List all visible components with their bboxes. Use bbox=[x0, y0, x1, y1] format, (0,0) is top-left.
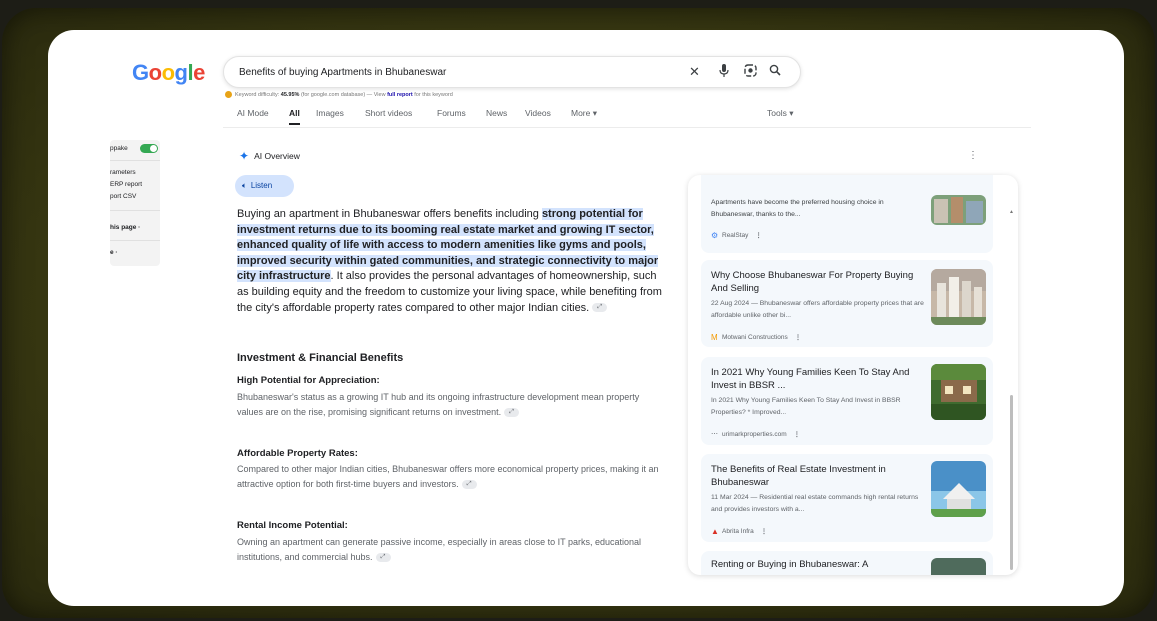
more-options-icon[interactable]: ⋮ bbox=[968, 150, 978, 161]
thumbnail-image bbox=[931, 558, 986, 575]
tab-images[interactable]: Images bbox=[316, 108, 344, 118]
source-card[interactable]: Why Choose Bhubaneswar For Property Buyi… bbox=[701, 260, 993, 347]
source-name: ⚙ RealStay ⋮ bbox=[711, 231, 762, 241]
source-card[interactable]: In 2021 Why Young Families Keen To Stay … bbox=[701, 357, 993, 445]
benefit-title: High Potential for Appreciation: bbox=[237, 375, 380, 386]
link-chip-icon[interactable]: ⤢ bbox=[461, 479, 477, 489]
thumbnail-image bbox=[931, 461, 986, 517]
search-input[interactable]: Benefits of buying Apartments in Bhubane… bbox=[239, 67, 446, 78]
ai-overview-text: Buying an apartment in Bhubaneswar offer… bbox=[237, 208, 662, 314]
tab-videos[interactable]: Videos bbox=[525, 108, 551, 118]
sources-panel: ✕ ▲ Apartments have become the preferred… bbox=[688, 175, 1018, 575]
tab-short-videos[interactable]: Short videos bbox=[365, 108, 412, 118]
tab-more[interactable]: More ▾ bbox=[571, 108, 597, 119]
keyword-difficulty-line: Keyword difficulty: 45.95% (for google.c… bbox=[225, 91, 453, 98]
benefit-title: Rental Income Potential: bbox=[237, 520, 348, 531]
ai-overview-heading: ✦ AI Overview bbox=[239, 149, 300, 163]
search-icon[interactable] bbox=[769, 64, 781, 80]
motwani-logo-icon: M bbox=[711, 333, 718, 343]
link-chip-icon[interactable]: ⤢ bbox=[375, 552, 391, 562]
extension-toggle[interactable] bbox=[140, 144, 158, 153]
source-snippet: 22 Aug 2024 — Bhubaneswar offers afforda… bbox=[711, 300, 924, 319]
benefit-title: Affordable Property Rates: bbox=[237, 448, 358, 459]
link-chip-icon[interactable]: ⤢ bbox=[504, 407, 520, 417]
source-title: The Benefits of Real Estate Investment i… bbox=[711, 464, 886, 488]
browser-page: Google Benefits of buying Apartments in … bbox=[48, 30, 1124, 606]
side-panel-line[interactable]: port CSV bbox=[110, 193, 136, 200]
tab-ai-mode[interactable]: AI Mode bbox=[237, 108, 269, 118]
side-panel-line[interactable]: ERP report bbox=[110, 181, 142, 188]
source-title: Renting or Buying in Bhubaneswar: A bbox=[711, 559, 869, 570]
tabs-divider bbox=[223, 127, 1031, 128]
urimark-logo-icon: ⋯ bbox=[711, 431, 718, 439]
scrollbar[interactable] bbox=[1010, 395, 1013, 570]
tab-all[interactable]: All bbox=[289, 108, 300, 125]
source-options-icon[interactable]: ⋮ bbox=[761, 528, 768, 535]
source-card[interactable]: Apartments have become the preferred hou… bbox=[701, 175, 993, 253]
benefit-text: Bhubaneswar's status as a growing IT hub… bbox=[237, 392, 640, 417]
source-options-icon[interactable]: ⋮ bbox=[795, 334, 802, 341]
source-name: ⋯ urimarkproperties.com ⋮ bbox=[711, 431, 801, 439]
tab-news[interactable]: News bbox=[486, 108, 507, 118]
thumbnail-image bbox=[931, 364, 986, 420]
source-name: M Motwani Constructions ⋮ bbox=[711, 333, 802, 343]
section-title: Investment & Financial Benefits bbox=[237, 352, 404, 364]
keyword-badge-icon bbox=[225, 91, 232, 98]
abrita-logo-icon: ▲ bbox=[711, 527, 719, 537]
source-title: In 2021 Why Young Families Keen To Stay … bbox=[711, 367, 910, 391]
lens-icon[interactable] bbox=[744, 64, 757, 81]
thumbnail-image bbox=[931, 195, 986, 225]
source-name: ▲ Abrita Infra ⋮ bbox=[711, 527, 768, 537]
ai-sparkle-icon: ✦ bbox=[239, 149, 250, 163]
source-title: Why Choose Bhubaneswar For Property Buyi… bbox=[711, 270, 914, 294]
source-options-icon[interactable]: ⋮ bbox=[755, 232, 762, 239]
google-logo[interactable]: Google bbox=[132, 60, 205, 86]
benefit-text: Compared to other major Indian cities, B… bbox=[237, 464, 659, 489]
source-card[interactable]: Renting or Buying in Bhubaneswar: A bbox=[701, 551, 993, 575]
side-panel-line[interactable]: e · bbox=[110, 249, 118, 256]
source-card[interactable]: The Benefits of Real Estate Investment i… bbox=[701, 454, 993, 542]
source-snippet: 11 Mar 2024 — Residential real estate co… bbox=[711, 494, 919, 513]
side-panel-line[interactable]: rameters bbox=[110, 169, 136, 176]
clear-icon[interactable]: ✕ bbox=[689, 64, 700, 80]
side-panel-line[interactable]: his page · bbox=[110, 224, 140, 231]
side-panel-divider bbox=[110, 240, 160, 241]
full-report-link[interactable]: full report bbox=[387, 92, 413, 98]
side-panel-divider bbox=[110, 160, 160, 161]
search-box[interactable]: Benefits of buying Apartments in Bhubane… bbox=[223, 56, 801, 88]
seo-extension-panel: ppake rameters ERP report port CSV his p… bbox=[110, 140, 160, 266]
listen-button[interactable]: 🔈︎ Listen bbox=[235, 175, 294, 197]
scroll-up-arrow-icon[interactable]: ▲ bbox=[1009, 209, 1014, 215]
source-options-icon[interactable]: ⋮ bbox=[794, 431, 801, 438]
realstay-logo-icon: ⚙ bbox=[711, 231, 719, 241]
link-chip-icon[interactable]: ⤢ bbox=[592, 303, 608, 313]
speaker-icon: 🔈︎ bbox=[242, 181, 247, 190]
microphone-icon[interactable] bbox=[719, 64, 729, 81]
source-snippet: In 2021 Why Young Families Keen To Stay … bbox=[711, 397, 901, 416]
tab-forums[interactable]: Forums bbox=[437, 108, 466, 118]
thumbnail-image bbox=[931, 269, 986, 325]
side-panel-line: ppake bbox=[110, 145, 128, 152]
benefit-text: Owning an apartment can generate passive… bbox=[237, 537, 642, 562]
tools-button[interactable]: Tools ▾ bbox=[767, 108, 793, 119]
side-panel-divider bbox=[110, 210, 160, 211]
